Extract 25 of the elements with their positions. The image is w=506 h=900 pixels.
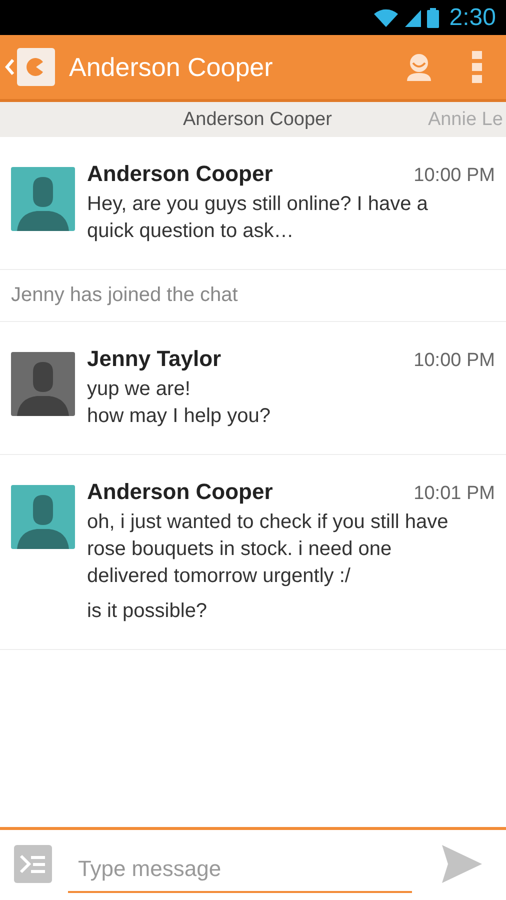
- prompt-list-icon: [14, 844, 52, 882]
- sender-name: Anderson Cooper: [87, 479, 273, 505]
- message-time: 10:00 PM: [414, 350, 495, 372]
- tab[interactable]: Anderson Cooper: [183, 108, 332, 130]
- signal-icon: [403, 8, 424, 28]
- clock: 2:30: [449, 4, 496, 32]
- wifi-icon: [373, 8, 400, 28]
- message-text: is it possible?: [87, 599, 208, 624]
- person-icon: [405, 53, 433, 81]
- quick-reply-button[interactable]: [14, 844, 52, 886]
- send-icon: [442, 844, 482, 882]
- send-button[interactable]: [442, 844, 482, 886]
- more-icon: [471, 51, 483, 83]
- message-time: 10:01 PM: [414, 483, 495, 505]
- system-notice: Jenny has joined the chat: [11, 284, 238, 306]
- sender-name: Jenny Taylor: [87, 346, 222, 372]
- back-chevron-icon: [5, 57, 15, 77]
- message-text: yup we are! how may I help you?: [87, 377, 272, 429]
- app-logo-icon: [17, 48, 55, 86]
- message-text: oh, i just wanted to check if you still have rose bouquets in stock. i need one delivered tomorrow urgently :/: [87, 510, 450, 589]
- battery-icon: [427, 8, 440, 28]
- message-time: 10:00 PM: [414, 165, 495, 187]
- app-bar-title: Anderson Cooper: [69, 52, 274, 82]
- sender-name: Anderson Cooper: [87, 161, 273, 187]
- message-text: Hey, are you guys still online? I have a quick question to ask…: [87, 192, 429, 244]
